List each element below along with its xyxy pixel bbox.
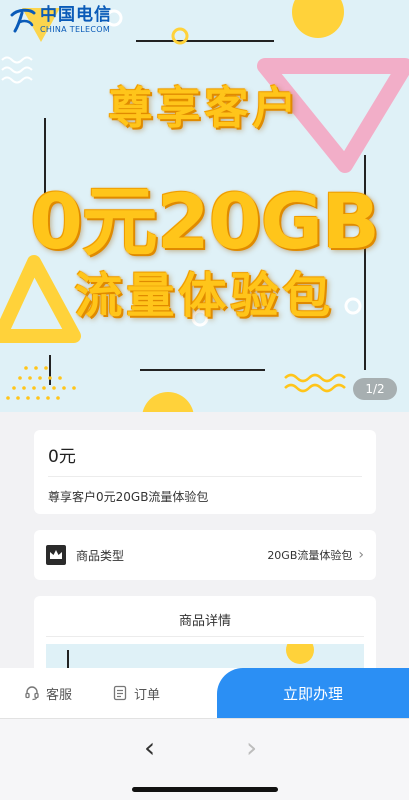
banner-headline-1: 尊享客户 (108, 83, 301, 134)
price-card: 0元 尊享客户0元20GB流量体验包 (34, 430, 376, 514)
forward-arrow-icon[interactable]: › (246, 731, 257, 764)
product-banner[interactable]: 中国电信 CHINA TELECOM 尊享客户 0元20GB 流量体验包 1/2 (0, 0, 409, 412)
brand-name-cn: 中国电信 (40, 4, 112, 25)
product-title: 尊享客户0元20GB流量体验包 (48, 490, 209, 504)
page: 中国电信 CHINA TELECOM 尊享客户 0元20GB 流量体验包 1/2… (0, 0, 409, 800)
back-arrow-icon[interactable]: ‹ (144, 731, 155, 764)
banner-headline-2: 0元20GB (30, 177, 380, 266)
brand-name-en: CHINA TELECOM (40, 24, 111, 34)
brand-logo-group: 中国电信 CHINA TELECOM (8, 6, 112, 34)
image-counter: 1/2 (353, 378, 397, 400)
price: 0元 (48, 447, 76, 467)
apply-now-button[interactable]: 立即办理 (217, 668, 409, 718)
chevron-right-icon: › (358, 547, 364, 563)
customer-service-button[interactable]: 客服 (24, 668, 72, 718)
crown-icon (46, 545, 66, 565)
browser-toolbar: ‹ › (0, 718, 409, 800)
order-label: 订单 (134, 687, 161, 703)
product-type-row[interactable]: 商品类型 20GB流量体验包 › (34, 530, 376, 580)
order-button[interactable]: 订单 (112, 668, 160, 718)
china-telecom-logo-icon (10, 8, 36, 33)
headset-icon (25, 686, 39, 701)
product-type-value: 20GB流量体验包 (267, 549, 353, 562)
divider (46, 636, 364, 637)
home-indicator[interactable] (132, 787, 278, 792)
divider (48, 476, 362, 477)
product-details-title: 商品详情 (178, 614, 231, 629)
bottom-action-bar: 客服 订单 立即办理 (0, 668, 409, 718)
order-list-icon (113, 685, 127, 701)
product-type-label: 商品类型 (76, 548, 125, 563)
banner-headline-3: 流量体验包 (74, 268, 335, 324)
customer-service-label: 客服 (46, 687, 73, 703)
